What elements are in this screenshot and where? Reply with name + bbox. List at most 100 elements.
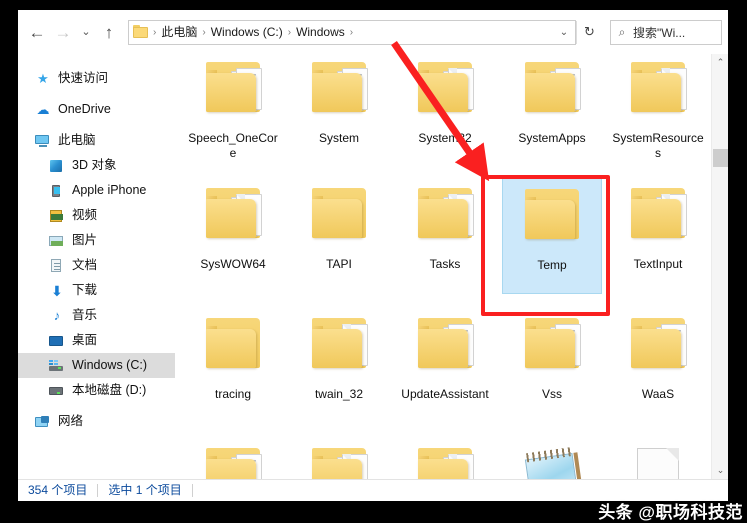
- documents-icon: [48, 258, 66, 274]
- folder-docs-icon: [304, 54, 374, 130]
- list-item-selected[interactable]: Temp: [502, 176, 602, 294]
- list-item-label: Vss: [541, 387, 562, 401]
- back-icon[interactable]: ←: [24, 17, 50, 47]
- sidebar-item-quick-access[interactable]: ★ 快速访问: [18, 66, 175, 91]
- sidebar-item-label: Windows (C:): [72, 358, 148, 372]
- scroll-down-icon[interactable]: ⌄: [712, 462, 728, 479]
- sidebar-item-label: 网络: [58, 414, 84, 428]
- folder-gears-icon: [410, 54, 480, 130]
- recent-locations-icon[interactable]: ⌄: [76, 17, 96, 47]
- list-item[interactable]: TextInput: [608, 176, 708, 294]
- list-item[interactable]: System32: [395, 54, 495, 168]
- drive-c-icon: [48, 358, 66, 374]
- list-item[interactable]: [608, 436, 708, 479]
- item-count-label: 354 个项目: [28, 483, 88, 497]
- folder-paper-icon: [623, 54, 693, 130]
- selection-label: 选中 1 个项目: [108, 483, 182, 497]
- folder-plain-icon: [304, 180, 374, 256]
- sidebar-item-music[interactable]: ♪ 音乐: [18, 303, 175, 328]
- sidebar-item-onedrive[interactable]: ☁ OneDrive: [18, 97, 175, 122]
- sidebar-item-downloads[interactable]: ⬇ 下载: [18, 278, 175, 303]
- breadcrumb-separator-last[interactable]: ›: [349, 21, 354, 44]
- scroll-up-icon[interactable]: ⌃: [712, 54, 728, 71]
- scrollbar-thumb[interactable]: [713, 149, 728, 167]
- status-divider: [191, 484, 193, 497]
- list-item[interactable]: [502, 436, 602, 479]
- sidebar-item-label: Apple iPhone: [72, 183, 147, 197]
- sidebar-item-3d-objects[interactable]: 3D 对象: [18, 153, 175, 178]
- list-item[interactable]: UpdateAssistant: [395, 306, 495, 424]
- sidebar-item-local-disk-d[interactable]: 本地磁盘 (D:): [18, 378, 175, 403]
- list-item-label: WaaS: [641, 387, 675, 401]
- folder-gears-icon: [623, 180, 693, 256]
- sidebar-item-network[interactable]: 网络: [18, 409, 175, 434]
- cloud-icon: ☁: [36, 101, 50, 117]
- folder-blue-icon: [410, 310, 480, 386]
- sidebar-item-label: 图片: [72, 233, 98, 247]
- list-item-label: tracing: [214, 387, 252, 401]
- music-icon: ♪: [53, 307, 61, 323]
- sidebar-item-label: 文档: [72, 258, 98, 272]
- sidebar-item-videos[interactable]: 视频: [18, 203, 175, 228]
- list-item[interactable]: Tasks: [395, 176, 495, 294]
- phone-icon: [48, 183, 66, 199]
- sidebar-item-label: 此电脑: [58, 133, 96, 147]
- list-item-label: TextInput: [633, 257, 683, 271]
- vertical-scrollbar[interactable]: ⌃ ⌄: [711, 54, 728, 479]
- list-item[interactable]: WaaS: [608, 306, 708, 424]
- address-toolbar: ← → ⌄ ↑ › 此电脑 › Windows (C:) › Windows ›…: [18, 10, 728, 54]
- breadcrumb-windows[interactable]: Windows: [292, 21, 349, 44]
- list-item-label: System32: [418, 131, 472, 145]
- list-item-label: SystemApps: [518, 131, 586, 145]
- sidebar-item-label: OneDrive: [58, 102, 111, 116]
- up-icon[interactable]: ↑: [96, 17, 122, 47]
- search-placeholder: 搜索"Wi...: [633, 25, 686, 40]
- folder-docs-icon: [623, 310, 693, 386]
- list-item[interactable]: tracing: [183, 306, 283, 424]
- folder-docs-icon: [198, 54, 268, 130]
- list-item[interactable]: Vss: [502, 306, 602, 424]
- navigation-sidebar[interactable]: ★ 快速访问 ☁ OneDrive 此电脑 3D 对象 Apple iPhone: [18, 54, 175, 479]
- refresh-icon[interactable]: ↻: [576, 20, 602, 44]
- list-item[interactable]: SystemResources: [608, 54, 708, 168]
- sidebar-item-windows-c[interactable]: Windows (C:): [18, 353, 175, 378]
- list-item[interactable]: [289, 436, 389, 479]
- folder-docs-icon: [198, 440, 268, 479]
- sidebar-item-this-pc[interactable]: 此电脑: [18, 128, 175, 153]
- list-item[interactable]: SysWOW64: [183, 176, 283, 294]
- sidebar-item-label: 桌面: [72, 333, 98, 347]
- list-item[interactable]: [395, 436, 495, 479]
- sidebar-item-pictures[interactable]: 图片: [18, 228, 175, 253]
- breadcrumb-windows-c[interactable]: Windows (C:): [207, 21, 287, 44]
- sidebar-item-label: 下载: [72, 283, 98, 297]
- list-item[interactable]: twain_32: [289, 306, 389, 424]
- search-input[interactable]: ⌕ 搜索"Wi...: [610, 19, 722, 45]
- list-item[interactable]: [183, 436, 283, 479]
- folder-paper-icon: [410, 440, 480, 479]
- icon-grid: Speech_OneCore System System32 SystemApp…: [175, 54, 711, 479]
- sidebar-item-label: 3D 对象: [72, 158, 117, 172]
- drive-icon: [48, 383, 66, 399]
- sidebar-item-documents[interactable]: 文档: [18, 253, 175, 278]
- list-item[interactable]: TAPI: [289, 176, 389, 294]
- address-bar[interactable]: › 此电脑 › Windows (C:) › Windows › ⌄: [128, 19, 576, 45]
- sidebar-item-label: 本地磁盘 (D:): [72, 383, 147, 397]
- notepad-icon: [517, 440, 587, 479]
- desktop-icon: [48, 333, 66, 349]
- chevron-down-icon[interactable]: ⌄: [553, 21, 575, 44]
- folder-paper-icon: [304, 310, 374, 386]
- folder-gears-icon: [198, 180, 268, 256]
- sidebar-item-label: 视频: [72, 208, 98, 222]
- list-item-label: UpdateAssistant: [401, 387, 489, 401]
- folder-paper-icon: [410, 180, 480, 256]
- list-item[interactable]: Speech_OneCore: [183, 54, 283, 168]
- folder-docs-icon: [517, 54, 587, 130]
- sidebar-item-desktop[interactable]: 桌面: [18, 328, 175, 353]
- sidebar-item-apple-iphone[interactable]: Apple iPhone: [18, 178, 175, 203]
- list-item[interactable]: SystemApps: [502, 54, 602, 168]
- file-list-pane[interactable]: Speech_OneCore System System32 SystemApp…: [175, 54, 728, 479]
- watermark: 头条 @职场科技范: [598, 503, 743, 522]
- breadcrumb-this-pc[interactable]: 此电脑: [157, 21, 201, 44]
- folder-paper-icon: [304, 440, 374, 479]
- list-item[interactable]: System: [289, 54, 389, 168]
